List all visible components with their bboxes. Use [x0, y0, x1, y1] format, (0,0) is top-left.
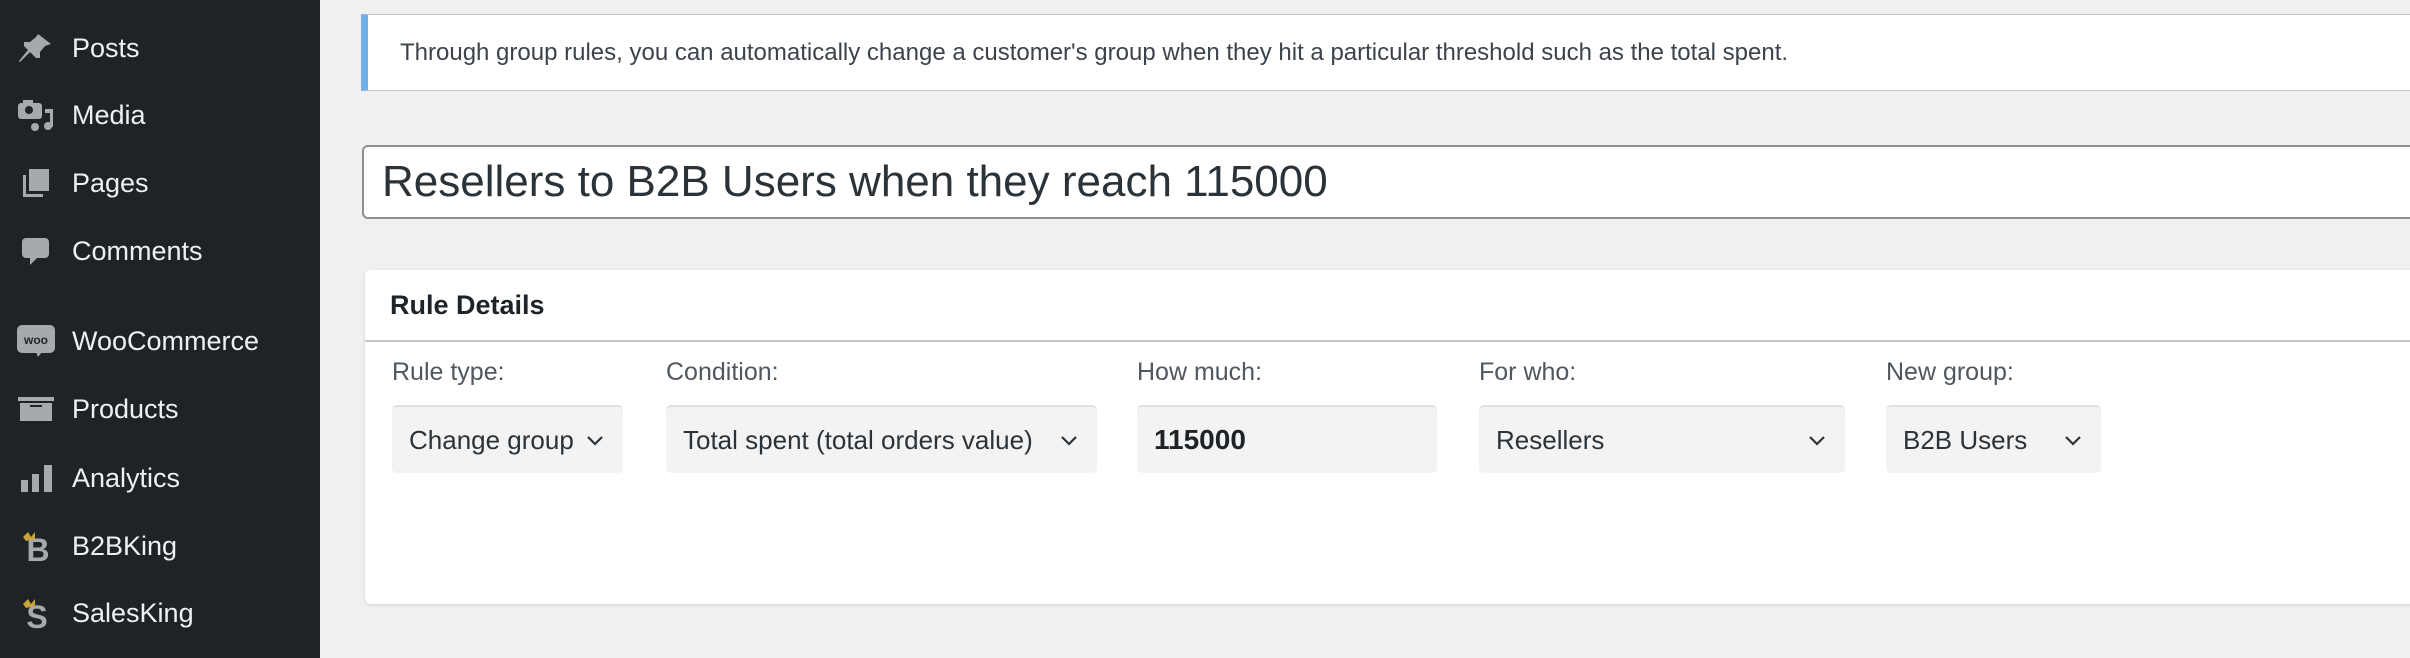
- for-who-label: For who:: [1479, 358, 1577, 386]
- admin-sidebar: Posts Media Pages Comments woo WooCommer…: [0, 0, 320, 658]
- sidebar-item-label: Comments: [72, 235, 203, 266]
- new-group-field: New group: B2B Users: [1886, 358, 2101, 473]
- sidebar-item-label: B2BKing: [72, 530, 178, 561]
- divider: [365, 340, 2410, 342]
- woocommerce-icon: woo: [16, 321, 56, 361]
- condition-field: Condition: Total spent (total orders val…: [666, 358, 1097, 473]
- chevron-down-icon: [587, 436, 603, 446]
- rule-type-field: Rule type: Change group: [392, 358, 623, 473]
- condition-select[interactable]: Total spent (total orders value): [666, 405, 1097, 473]
- sidebar-item-label: Analytics: [72, 462, 181, 493]
- salesking-icon: S: [16, 593, 56, 633]
- sidebar-item-analytics[interactable]: Analytics: [0, 448, 320, 508]
- svg-text:woo: woo: [23, 333, 48, 347]
- sidebar-item-b2bking[interactable]: B B2BKing: [0, 516, 320, 576]
- sidebar-item-pages[interactable]: Pages: [0, 153, 320, 213]
- rule-title-input[interactable]: [362, 145, 2410, 219]
- how-much-field: How much: 115000: [1137, 358, 1437, 473]
- rule-type-select[interactable]: Change group: [392, 405, 623, 473]
- sidebar-item-posts[interactable]: Posts: [0, 18, 320, 78]
- condition-label: Condition:: [666, 358, 779, 386]
- sidebar-item-comments[interactable]: Comments: [0, 221, 320, 281]
- sidebar-item-label: Posts: [72, 32, 140, 63]
- notice-text: Through group rules, you can automatical…: [400, 38, 1789, 66]
- sidebar-item-label: SalesKing: [72, 597, 194, 628]
- input-value: 115000: [1154, 424, 1246, 455]
- b2bking-icon: B: [16, 526, 56, 566]
- selected-value: Resellers: [1496, 424, 1605, 455]
- sidebar-item-label: Media: [72, 99, 146, 130]
- for-who-select[interactable]: Resellers: [1479, 405, 1845, 473]
- media-icon: [16, 95, 56, 135]
- rule-type-label: Rule type:: [392, 358, 505, 386]
- archive-icon: [16, 389, 56, 429]
- selected-value: Change group: [409, 424, 574, 455]
- bar-chart-icon: [16, 458, 56, 498]
- pages-icon: [16, 163, 56, 203]
- chevron-down-icon: [1809, 436, 1825, 446]
- info-notice: Through group rules, you can automatical…: [361, 14, 2410, 91]
- chevron-down-icon: [2065, 436, 2081, 446]
- sidebar-item-woocommerce[interactable]: woo WooCommerce: [0, 311, 320, 371]
- panel-heading: Rule Details: [390, 290, 545, 320]
- sidebar-item-label: Products: [72, 393, 179, 424]
- selected-value: Total spent (total orders value): [683, 424, 1033, 455]
- comment-icon: [16, 231, 56, 271]
- sidebar-item-label: WooCommerce: [72, 325, 260, 356]
- for-who-field: For who: Resellers: [1479, 358, 1845, 473]
- how-much-input[interactable]: 115000: [1137, 405, 1437, 473]
- new-group-select[interactable]: B2B Users: [1886, 405, 2101, 473]
- pin-icon: [16, 28, 56, 68]
- rule-details-panel: Rule Details Rule type: Change group Con…: [365, 270, 2410, 604]
- chevron-down-icon: [1061, 436, 1077, 446]
- sidebar-item-salesking[interactable]: S SalesKing: [0, 583, 320, 643]
- sidebar-item-products[interactable]: Products: [0, 379, 320, 439]
- new-group-label: New group:: [1886, 358, 2014, 386]
- sidebar-item-media[interactable]: Media: [0, 85, 320, 145]
- sidebar-item-label: Pages: [72, 167, 149, 198]
- selected-value: B2B Users: [1903, 424, 2028, 455]
- how-much-label: How much:: [1137, 358, 1263, 386]
